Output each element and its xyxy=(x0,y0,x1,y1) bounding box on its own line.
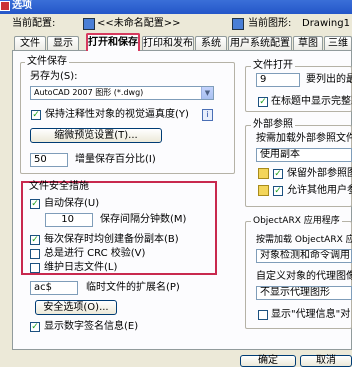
allow-others-label: 允许其他用户参 xyxy=(287,185,352,196)
file-save-title: 文件保存 xyxy=(25,56,69,67)
save-as-dropdown[interactable]: AutoCAD 2007 图形 (*.dwg) ▼ xyxy=(30,86,214,100)
tab-3d[interactable]: 三维 xyxy=(324,36,352,50)
proxy-info-label: 显示"代理信息"对 xyxy=(271,309,351,320)
xref-title: 外部参照 xyxy=(251,119,295,130)
keep-fidelity-label: 保持注释性对象的视觉逼真度(Y) xyxy=(45,109,189,120)
security-options-button[interactable]: 安全选项(O)... xyxy=(35,300,117,315)
save-interval-label: 保存间隔分钟数(M) xyxy=(100,214,187,225)
tab-plot-publish[interactable]: 打印和发布 xyxy=(142,36,194,50)
tab-system[interactable]: 系统 xyxy=(195,36,227,50)
temp-ext-label: 临时文件的扩展名(P) xyxy=(86,282,180,293)
file-safety-highlight xyxy=(21,181,217,275)
autosave-checkbox[interactable]: ✓ xyxy=(30,199,40,209)
current-drawing-label: 当前图形: xyxy=(248,18,292,29)
ok-button[interactable]: 确定 xyxy=(240,355,296,367)
proxy-images-dropdown[interactable]: 不显示代理图形 xyxy=(256,286,352,300)
cancel-button[interactable]: 取消 xyxy=(300,355,352,367)
file-open-title: 文件打开 xyxy=(251,60,295,71)
log-file-label: 维护日志文件(L) xyxy=(44,262,118,273)
retain-changes-label: 保留外部参照图 xyxy=(287,168,352,179)
keep-fidelity-checkbox[interactable]: ✓ xyxy=(31,110,41,120)
tab-files[interactable]: 文件 xyxy=(14,36,46,50)
log-file-checkbox[interactable] xyxy=(30,263,40,273)
file-safety-title: 文件安全措施 xyxy=(29,181,89,192)
chevron-down-icon: ▼ xyxy=(201,87,213,99)
digital-signature-label: 显示数字签名信息(E) xyxy=(44,321,139,332)
xref-allow-icon xyxy=(258,185,269,196)
incremental-save-input[interactable]: 50 xyxy=(30,153,68,167)
tab-drafting[interactable]: 草图 xyxy=(293,36,323,50)
proxy-info-checkbox[interactable] xyxy=(258,310,268,320)
tab-display[interactable]: 显示 xyxy=(47,36,79,50)
backup-label: 每次保存时均创建备份副本(B) xyxy=(44,234,179,245)
proxy-images-value: 不显示代理图形 xyxy=(260,287,330,298)
arx-demand-load-dropdown[interactable]: 对象检测和命令调用 xyxy=(256,249,352,263)
xref-demand-load-dropdown[interactable]: 使用副本 xyxy=(256,148,352,162)
temp-ext-input[interactable]: ac$ xyxy=(30,281,78,295)
tab-open-save[interactable]: 打开和保存 xyxy=(86,33,140,51)
crc-checkbox[interactable] xyxy=(30,249,40,259)
digital-signature-checkbox[interactable]: ✓ xyxy=(30,322,40,332)
proxy-images-label: 自定义对象的代理图像 xyxy=(256,271,352,282)
save-as-value: AutoCAD 2007 图形 (*.dwg) xyxy=(34,88,144,97)
xref-demand-load-label: 按需加载外部参照文件( xyxy=(256,133,352,144)
allow-others-checkbox[interactable]: ✓ xyxy=(273,186,283,196)
save-as-label: 另存为(S): xyxy=(30,71,78,82)
thumbnail-settings-button[interactable]: 缩微预览设置(T)... xyxy=(30,128,162,143)
recent-files-input[interactable]: 9 xyxy=(256,73,300,87)
window-title: 选项 xyxy=(12,0,32,11)
xref-retain-icon xyxy=(258,168,269,179)
objectarx-title: ObjectARX 应用程序 xyxy=(251,216,342,227)
arx-demand-load-value: 对象检测和命令调用 xyxy=(260,250,350,261)
arx-demand-load-label: 按需加载 ObjectARX 应用 xyxy=(256,235,352,245)
drawing-icon xyxy=(232,18,244,30)
current-config-label: 当前配置: xyxy=(12,18,56,29)
autosave-label: 自动保存(U) xyxy=(44,198,100,209)
crc-label: 总是进行 CRC 校验(V) xyxy=(44,248,146,259)
app-icon xyxy=(0,1,10,11)
save-interval-input[interactable]: 10 xyxy=(45,213,93,227)
incremental-save-label: 增量保存百分比(I) xyxy=(75,154,156,165)
tab-user-preferences[interactable]: 用户系统配置 xyxy=(228,36,292,50)
backup-checkbox[interactable]: ✓ xyxy=(30,235,40,245)
window-title-bar[interactable]: 选项 xyxy=(0,0,352,14)
info-icon[interactable]: i xyxy=(202,109,213,121)
retain-changes-checkbox[interactable]: ✓ xyxy=(273,169,283,179)
config-icon xyxy=(83,18,95,30)
full-path-label: 在标题中显示完整路 xyxy=(271,96,352,107)
current-config-value: <<未命名配置>> xyxy=(97,18,181,29)
current-drawing-value: Drawing1 xyxy=(302,18,350,29)
xref-demand-load-value: 使用副本 xyxy=(260,149,300,160)
recent-files-label: 要列出的最 xyxy=(306,74,352,85)
full-path-checkbox[interactable]: ✓ xyxy=(258,97,268,107)
